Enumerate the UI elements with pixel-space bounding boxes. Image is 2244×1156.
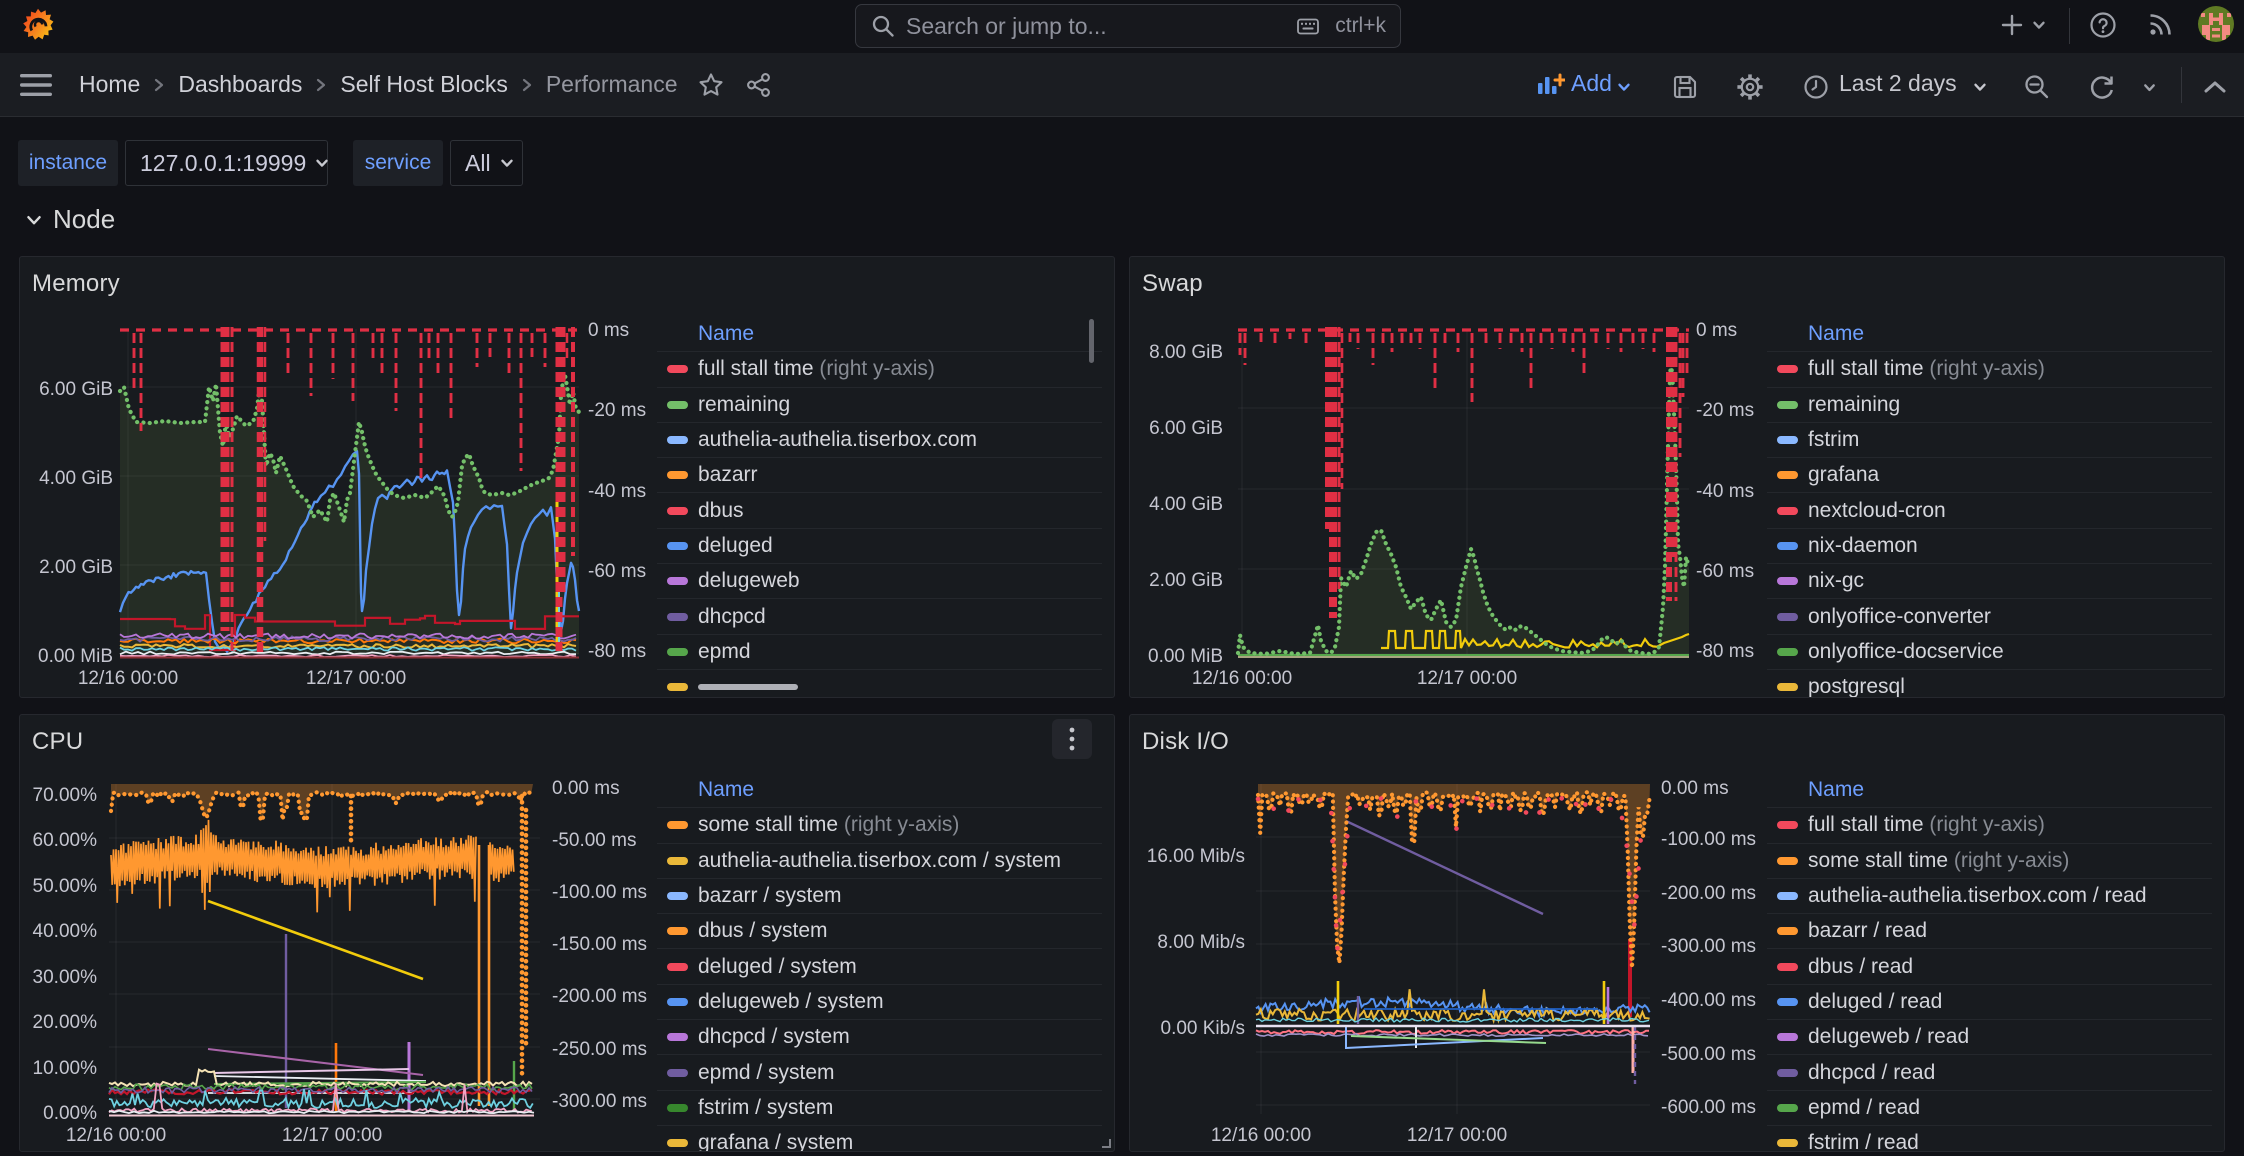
svg-text:16.00 Mib/s: 16.00 Mib/s: [1147, 846, 1245, 867]
svg-text:0 ms: 0 ms: [588, 320, 629, 341]
svg-text:0.00 ms: 0.00 ms: [552, 778, 620, 799]
svg-text:-300.00 ms: -300.00 ms: [552, 1091, 647, 1112]
svg-text:50.00%: 50.00%: [33, 876, 98, 897]
svg-text:-20 ms: -20 ms: [1696, 400, 1754, 421]
svg-text:-400.00 ms: -400.00 ms: [1661, 990, 1756, 1011]
svg-text:-100.00 ms: -100.00 ms: [1661, 829, 1756, 850]
svg-text:12/16 00:00: 12/16 00:00: [78, 668, 178, 689]
svg-text:-250.00 ms: -250.00 ms: [552, 1039, 647, 1060]
svg-text:-300.00 ms: -300.00 ms: [1661, 936, 1756, 957]
svg-text:30.00%: 30.00%: [33, 967, 98, 988]
svg-text:-80 ms: -80 ms: [1696, 641, 1754, 662]
svg-text:12/17 00:00: 12/17 00:00: [1407, 1125, 1507, 1146]
svg-text:70.00%: 70.00%: [33, 785, 98, 806]
svg-text:-200.00 ms: -200.00 ms: [1661, 883, 1756, 904]
svg-text:0.00 ms: 0.00 ms: [1661, 778, 1729, 799]
svg-text:12/16 00:00: 12/16 00:00: [66, 1125, 166, 1146]
svg-text:-40 ms: -40 ms: [588, 481, 646, 502]
svg-text:8.00 GiB: 8.00 GiB: [1149, 342, 1223, 363]
svg-text:0 ms: 0 ms: [1696, 320, 1737, 341]
svg-text:-20 ms: -20 ms: [588, 400, 646, 421]
svg-text:6.00 GiB: 6.00 GiB: [1149, 418, 1223, 439]
svg-text:0.00 Kib/s: 0.00 Kib/s: [1161, 1018, 1246, 1039]
svg-text:8.00 Mib/s: 8.00 Mib/s: [1157, 932, 1245, 953]
svg-text:12/17 00:00: 12/17 00:00: [1417, 668, 1517, 689]
svg-text:10.00%: 10.00%: [33, 1058, 98, 1079]
svg-text:4.00 GiB: 4.00 GiB: [39, 468, 113, 489]
svg-text:-40 ms: -40 ms: [1696, 481, 1754, 502]
svg-text:2.00 GiB: 2.00 GiB: [1149, 570, 1223, 591]
svg-text:2.00 GiB: 2.00 GiB: [39, 557, 113, 578]
svg-text:12/16 00:00: 12/16 00:00: [1211, 1125, 1311, 1146]
svg-text:12/16 00:00: 12/16 00:00: [1192, 668, 1292, 689]
svg-text:40.00%: 40.00%: [33, 921, 98, 942]
svg-text:12/17 00:00: 12/17 00:00: [282, 1125, 382, 1146]
svg-text:-60 ms: -60 ms: [588, 561, 646, 582]
svg-text:12/17 00:00: 12/17 00:00: [306, 668, 406, 689]
svg-text:-50.00 ms: -50.00 ms: [552, 830, 636, 851]
svg-text:-80 ms: -80 ms: [588, 641, 646, 662]
svg-text:-150.00 ms: -150.00 ms: [552, 934, 647, 955]
svg-text:6.00 GiB: 6.00 GiB: [39, 379, 113, 400]
svg-text:0.00 MiB: 0.00 MiB: [1148, 646, 1223, 667]
svg-text:0.00%: 0.00%: [43, 1103, 97, 1124]
svg-text:-200.00 ms: -200.00 ms: [552, 986, 647, 1007]
svg-text:-60 ms: -60 ms: [1696, 561, 1754, 582]
svg-text:-500.00 ms: -500.00 ms: [1661, 1044, 1756, 1065]
svg-text:-600.00 ms: -600.00 ms: [1661, 1097, 1756, 1118]
svg-text:4.00 GiB: 4.00 GiB: [1149, 494, 1223, 515]
svg-text:60.00%: 60.00%: [33, 830, 98, 851]
svg-text:20.00%: 20.00%: [33, 1012, 98, 1033]
svg-text:0.00 MiB: 0.00 MiB: [38, 646, 113, 667]
svg-text:-100.00 ms: -100.00 ms: [552, 882, 647, 903]
